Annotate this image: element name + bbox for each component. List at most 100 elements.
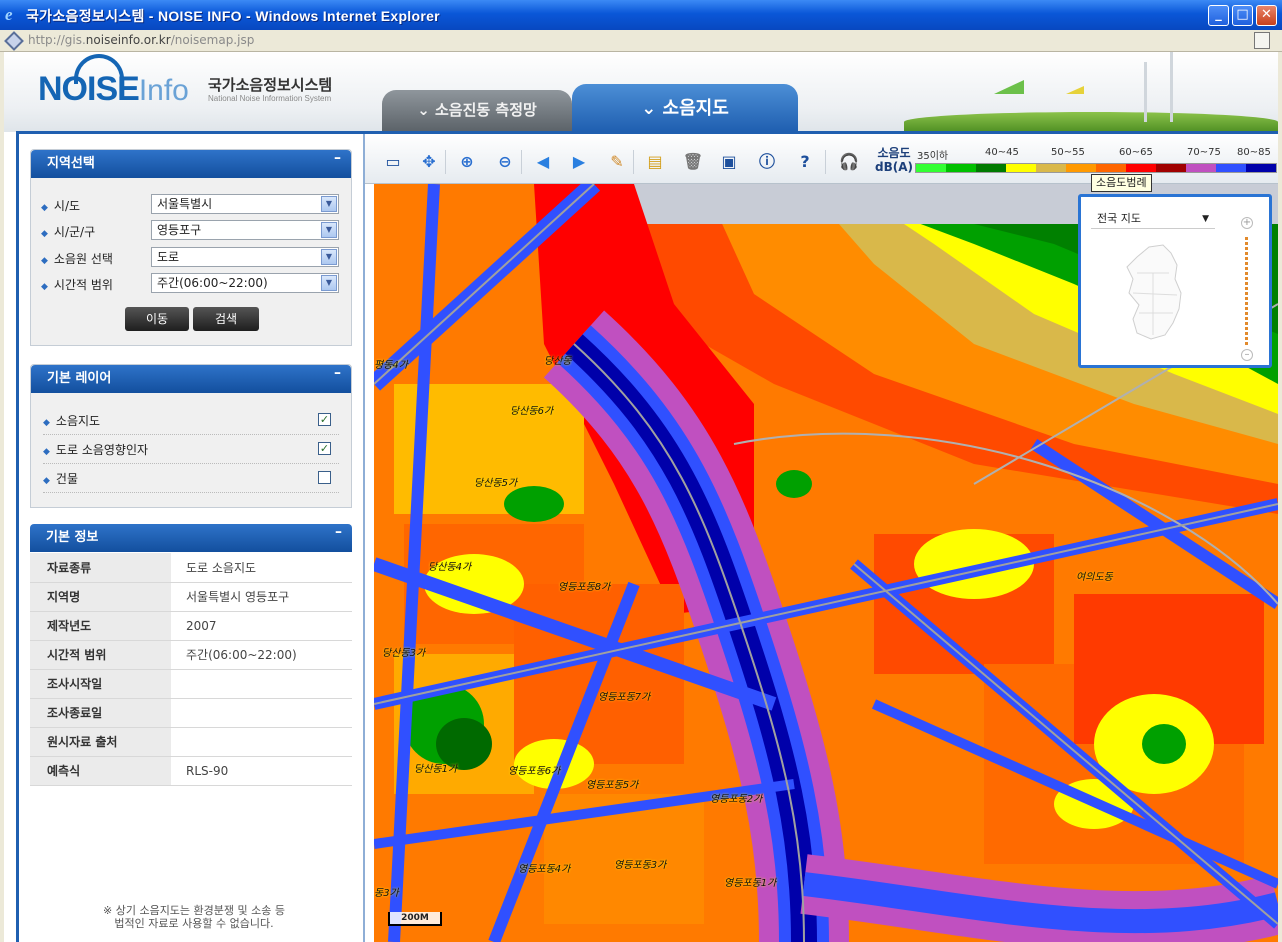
minimize-window-button[interactable]: _ (1208, 5, 1229, 26)
legend-swatch (1006, 164, 1036, 172)
pan-button[interactable]: ✥ (417, 150, 441, 174)
legend-label: 40~45 (985, 147, 1019, 158)
legend-label: 50~55 (1051, 147, 1085, 158)
help-icon: ? (800, 152, 810, 171)
dropdown-arrow-icon[interactable]: ▼ (1202, 209, 1209, 229)
layer-noise-map[interactable]: ◆ 소음지도 ✓ (43, 406, 339, 435)
zoom-out-button[interactable]: ⊖ (493, 150, 517, 174)
dropdown-arrow-icon[interactable]: ▼ (321, 249, 337, 265)
bullet-icon: ◆ (41, 203, 48, 213)
url-text[interactable]: http://gis.noiseinfo.or.kr/noisemap.jsp (28, 33, 254, 47)
legend-swatch (946, 164, 976, 172)
address-bar[interactable]: http://gis.noiseinfo.or.kr/noisemap.jsp (0, 30, 1282, 52)
move-button[interactable]: 이동 (125, 307, 189, 331)
layer-checkbox[interactable]: ✓ (318, 413, 331, 426)
tab-noise-vibration-network[interactable]: ⌄ 소음진동 측정망 (382, 90, 572, 132)
dropdown-arrow-icon[interactable]: ▼ (321, 275, 337, 291)
identify-button[interactable]: ▤ (643, 150, 667, 174)
search-button[interactable]: 검색 (193, 307, 259, 331)
bullet-icon: ◆ (41, 256, 48, 266)
panel-header: 기본 레이어 – (31, 365, 351, 393)
field-label: 시간적 범위 (53, 278, 113, 292)
move-arrows-icon: ✥ (422, 152, 436, 171)
monitor-icon: ▭ (385, 152, 401, 171)
help-button[interactable]: ? (793, 150, 817, 174)
ruler-icon: ✎ (610, 152, 624, 171)
overview-zoom-slider[interactable] (1245, 237, 1248, 347)
table-row: 자료종류 도로 소음지도 (30, 553, 352, 583)
map-label: 동3가 (374, 888, 399, 899)
field-label: 시/군/구 (53, 225, 96, 239)
zoom-in-button[interactable]: ⊕ (455, 150, 479, 174)
dropdown-arrow-icon[interactable]: ▼ (321, 222, 337, 238)
province-select[interactable]: 서울특별시 ▼ (151, 194, 339, 214)
noise-map-canvas[interactable]: 평동4가 당산동 당산동6가 당산동5가 당산동4가 영등포동8가 여의도동 당… (374, 184, 1278, 942)
map-label: 영등포동2가 (710, 794, 763, 805)
legend-swatch (976, 164, 1006, 172)
layer-checkbox[interactable]: ✓ (318, 442, 331, 455)
full-extent-button[interactable]: ▭ (381, 150, 405, 174)
map-label: 당산동 (544, 356, 572, 367)
legend-label: 35이하 (917, 151, 949, 162)
info-icon: ⓘ (758, 152, 775, 171)
overview-zoom-in-button[interactable]: + (1241, 217, 1253, 229)
tab-label: 소음지도 (662, 98, 729, 119)
previous-view-button[interactable]: ◀ (531, 150, 555, 174)
overview-map-select[interactable]: 전국 지도 ▼ (1091, 209, 1215, 229)
close-window-button[interactable]: ✕ (1256, 5, 1277, 26)
page-status-icon[interactable] (1254, 32, 1270, 49)
panel-title: 기본 레이어 (47, 371, 112, 386)
overview-map[interactable]: 전국 지도 ▼ + – (1078, 194, 1272, 368)
legend-tooltip: 소음도범례 (1091, 174, 1152, 192)
panel-header: 기본 정보 – (30, 524, 352, 552)
listen-button[interactable]: 🎧 (837, 150, 861, 174)
legend-swatch (1126, 164, 1156, 172)
arrow-right-icon: ▶ (572, 152, 586, 171)
bullet-icon: ◆ (43, 447, 50, 457)
info-button[interactable]: ⓘ (755, 150, 779, 174)
dropdown-arrow-icon[interactable]: ▼ (321, 196, 337, 212)
logo-info-text: Info (138, 74, 189, 107)
region-select-panel: 지역선택 – ◆ 시/도 서울특별시 ▼ ◆ 시/군/구 영등포구 ▼ ◆ 소음원 선택 … (30, 149, 352, 346)
overview-zoom-out-button[interactable]: – (1241, 349, 1253, 361)
time-range-row: ◆ 시간적 범위 주간(06:00~22:00) ▼ (41, 273, 341, 295)
site-logo[interactable]: NOISEInfo 국가소음정보시스템 National Noise Infor… (38, 54, 332, 109)
folder-icon: ▤ (647, 152, 663, 171)
legend-swatch (1036, 164, 1066, 172)
tab-noise-map[interactable]: ⌄ 소음지도 (572, 84, 798, 132)
site-header: NOISEInfo 국가소음정보시스템 National Noise Infor… (4, 52, 1278, 132)
noise-source-select[interactable]: 도로 ▼ (151, 247, 339, 267)
legend-label: 80~85 (1237, 147, 1271, 158)
panel-title: 기본 정보 (46, 530, 99, 545)
next-view-button[interactable]: ▶ (567, 150, 591, 174)
layer-building[interactable]: ◆ 건물 (43, 464, 339, 493)
header-grass-decoration (904, 112, 1278, 132)
headphones-icon: 🎧 (839, 152, 859, 171)
legend-swatch (916, 164, 946, 172)
legend-title: 소음도 dB(A) (875, 146, 913, 174)
layer-checkbox[interactable] (318, 471, 331, 484)
table-row: 시간적 범위 주간(06:00~22:00) (30, 640, 352, 670)
table-row: 제작년도 2007 (30, 611, 352, 641)
minimize-panel-button[interactable]: – (335, 524, 342, 540)
minimize-panel-button[interactable]: – (334, 365, 341, 381)
maximize-window-button[interactable]: □ (1232, 5, 1253, 26)
layer-road-noise-factor[interactable]: ◆ 도로 소음영향인자 ✓ (43, 435, 339, 464)
district-select[interactable]: 영등포구 ▼ (151, 220, 339, 240)
measure-button[interactable]: ✎ (605, 150, 629, 174)
minimize-panel-button[interactable]: – (334, 150, 341, 166)
save-button[interactable]: ▣ (717, 150, 741, 174)
time-range-select[interactable]: 주간(06:00~22:00) ▼ (151, 273, 339, 293)
panel-header: 지역선택 – (31, 150, 351, 178)
legend-swatch (1216, 164, 1246, 172)
map-label: 영등포동5가 (586, 780, 639, 791)
bullet-icon: ◆ (41, 282, 48, 292)
korea-outline-map (1126, 244, 1182, 340)
paper-plane-decoration (1066, 86, 1084, 94)
panel-title: 지역선택 (47, 156, 95, 171)
trash-icon: 🗑 (682, 152, 704, 171)
clear-button[interactable]: 🗑 (681, 150, 705, 174)
map-label: 영등포동3가 (614, 860, 667, 871)
legend-swatch (1096, 164, 1126, 172)
basic-info-table: 자료종류 도로 소음지도 지역명 서울특별시 영등포구 제작년도 2007 시간적 범… (30, 553, 352, 786)
